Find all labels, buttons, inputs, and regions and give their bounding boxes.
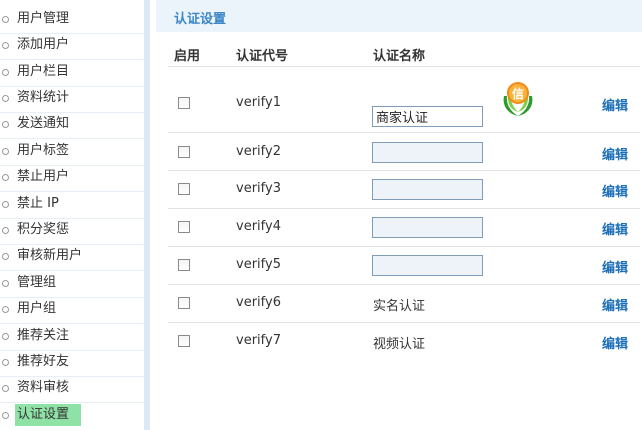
sidebar-item-ban-user[interactable]: 禁止用户 [0,166,145,188]
sidebar-item-label: 审核新用户 [17,248,83,263]
sidebar-item-label: 用户标签 [17,143,70,158]
sidebar-item-user-groups[interactable]: 用户组 [0,298,145,320]
bullet-icon [2,200,9,208]
verify-name-input[interactable] [372,179,483,200]
sidebar-item-recommend-follow[interactable]: 推荐关注 [0,325,145,347]
divider [0,191,145,192]
divider [168,322,640,323]
edit-link[interactable]: 编辑 [602,333,628,352]
sidebar-item-label: 推荐好友 [17,354,70,369]
enable-checkbox[interactable] [178,259,190,271]
verify-name: 视频认证 [373,337,426,352]
enable-checkbox[interactable] [178,335,190,347]
sidebar-item-label: 禁止 IP [17,196,59,211]
sidebar-item-label: 禁止用户 [17,169,70,184]
edit-link[interactable]: 编辑 [602,219,628,238]
sidebar-item-label: 发送通知 [17,116,70,131]
edit-link[interactable]: 编辑 [602,181,628,200]
verify-code: verify3 [236,181,281,196]
column-header-code: 认证代号 [236,49,289,64]
sidebar-item-label: 积分奖惩 [17,222,70,237]
sidebar-item-verify-settings[interactable]: 认证设置 [0,404,145,426]
enable-checkbox[interactable] [178,146,190,158]
bullet-icon [2,147,9,155]
verify-name-input[interactable] [372,106,483,127]
sidebar-item-label: 认证设置 [15,404,82,426]
badge-char: 信 [512,86,524,101]
column-header-enable: 启用 [174,49,201,64]
enable-checkbox[interactable] [178,97,190,109]
sidebar-item-add-user[interactable]: 添加用户 [0,34,145,56]
sidebar-item-user-management[interactable]: 用户管理 [0,8,145,30]
divider [168,170,640,171]
bullet-icon [2,252,9,260]
sidebar-item-profile-stats[interactable]: 资料统计 [0,87,145,109]
edit-link[interactable]: 编辑 [602,295,628,314]
verify-name: 实名认证 [373,299,426,314]
bullet-icon [2,41,9,49]
edit-link[interactable]: 编辑 [602,95,628,114]
bullet-icon [2,384,9,392]
main-panel: 认证设置 启用 认证代号 认证名称 verify1 信 编辑 verify2 编… [156,0,642,430]
divider [0,402,145,403]
verify-code: verify4 [236,219,281,234]
enable-checkbox[interactable] [178,221,190,233]
bullet-icon [2,332,9,340]
divider [0,138,145,139]
sidebar-item-ban-ip[interactable]: 禁止 IP [0,193,145,215]
sidebar-item-label: 推荐关注 [17,328,70,343]
sidebar-item-label: 资料审核 [17,380,70,395]
sidebar-item-profile-review[interactable]: 资料审核 [0,377,145,399]
sidebar: 用户管理 添加用户 用户栏目 资料统计 发送通知 用户标签 禁止用户 禁止 IP… [0,0,150,430]
verify-code: verify7 [236,333,281,348]
verify-name-input[interactable] [372,217,483,238]
sidebar-item-label: 用户管理 [17,11,70,26]
verify-code: verify5 [236,257,281,272]
divider [0,270,145,271]
bullet-icon [2,15,9,23]
divider [0,59,145,60]
enable-checkbox[interactable] [178,183,190,195]
column-header-name: 认证名称 [373,49,426,64]
enable-checkbox[interactable] [178,297,190,309]
divider [0,323,145,324]
bullet-icon [2,173,9,181]
verify-code: verify1 [236,95,281,110]
edit-link[interactable]: 编辑 [602,257,628,276]
panel-header: 认证设置 [156,0,642,32]
bullet-icon [2,279,9,287]
sidebar-item-points[interactable]: 积分奖惩 [0,219,145,241]
bullet-icon [2,411,9,419]
bullet-icon [2,94,9,102]
sidebar-item-user-columns[interactable]: 用户栏目 [0,61,145,83]
bullet-icon [2,120,9,128]
verify-name-input[interactable] [372,255,483,276]
bullet-icon [2,305,9,313]
page-title: 认证设置 [174,12,227,27]
verify-badge-icon: 信 [498,80,538,118]
sidebar-item-label: 用户栏目 [17,64,70,79]
sidebar-item-label: 管理组 [17,275,57,290]
divider [168,284,640,285]
sidebar-item-send-notice[interactable]: 发送通知 [0,113,145,135]
divider [168,246,640,247]
sidebar-item-recommend-friends[interactable]: 推荐好友 [0,351,145,373]
divider [168,208,640,209]
divider [168,66,640,67]
sidebar-item-user-tags[interactable]: 用户标签 [0,140,145,162]
verify-name-input[interactable] [372,142,483,163]
sidebar-item-admin-groups[interactable]: 管理组 [0,272,145,294]
bullet-icon [2,226,9,234]
bullet-icon [2,358,9,366]
verify-code: verify6 [236,295,281,310]
sidebar-item-label: 资料统计 [17,90,70,105]
verify-code: verify2 [236,144,281,159]
bullet-icon [2,68,9,76]
sidebar-item-label: 用户组 [17,301,57,316]
edit-link[interactable]: 编辑 [602,144,628,163]
sidebar-item-label: 添加用户 [17,37,70,52]
sidebar-item-review-new-users[interactable]: 审核新用户 [0,245,145,267]
divider [168,132,640,133]
